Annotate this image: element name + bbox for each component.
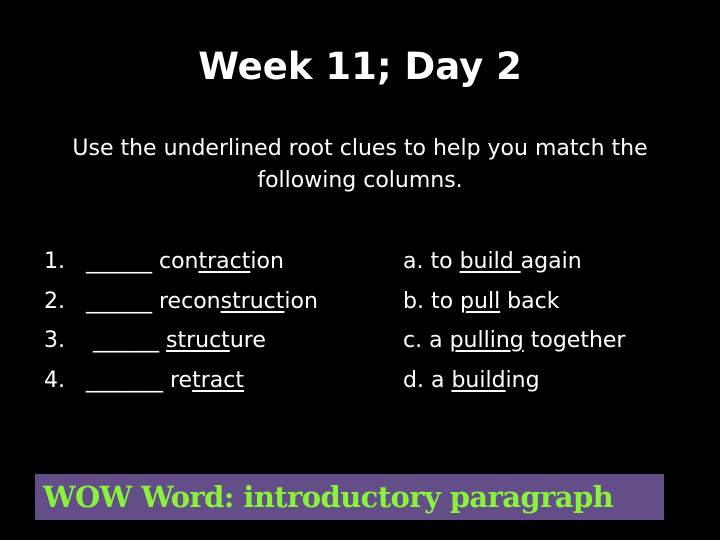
- definition-item: a. to build again: [403, 245, 693, 285]
- item-letter: a.: [403, 249, 431, 274]
- instructions-text: Use the underlined root clues to help yo…: [72, 136, 648, 193]
- root-clue: pull: [460, 288, 501, 314]
- item-number: 1.: [44, 249, 65, 274]
- word-part: together: [523, 328, 626, 353]
- word-part: ure: [229, 328, 266, 353]
- word-item: 1. ______ contraction: [44, 245, 374, 285]
- definition-item: b. to pull back: [403, 285, 693, 325]
- item-letter: d.: [403, 367, 431, 393]
- definition-item: c. a pulling together: [403, 324, 693, 364]
- word-part: to: [430, 288, 461, 314]
- word-part: con: [159, 249, 199, 274]
- answer-blank: ______: [86, 288, 159, 314]
- word-part: to: [430, 249, 460, 274]
- word-item: 3. ______ structure: [44, 324, 374, 364]
- answer-blank: _______: [86, 367, 170, 393]
- root-clue: struct: [220, 288, 285, 314]
- root-clue: struct: [166, 328, 230, 353]
- wow-word-banner: WOW Word: introductory paragraph: [35, 474, 664, 520]
- word-item: 2. ______ reconstruction: [44, 285, 374, 325]
- item-number: 3.: [44, 328, 65, 353]
- word-part: a: [429, 328, 450, 353]
- answer-blank: ______: [86, 328, 166, 353]
- word-part: back: [500, 288, 560, 314]
- slide-title: Week 11; Day 2: [198, 45, 522, 88]
- item-number: 4.: [44, 367, 65, 393]
- item-letter: b.: [403, 288, 431, 314]
- word-part: again: [520, 249, 582, 274]
- item-letter: c.: [403, 328, 430, 353]
- root-clue: tract: [192, 367, 244, 393]
- root-clue: tract: [198, 249, 251, 274]
- word-part: recon: [159, 288, 221, 314]
- item-number: 2.: [44, 288, 65, 314]
- definition-list: a. to build again b. to pull back c. a pul…: [403, 245, 693, 403]
- word-part: ing: [505, 367, 540, 393]
- word-part: re: [170, 367, 193, 393]
- word-part: ion: [284, 288, 318, 314]
- word-item: 4. _______ retract: [44, 364, 374, 404]
- word-part: a: [430, 367, 452, 393]
- definition-item: d. a building: [403, 364, 693, 404]
- answer-blank: ______: [86, 249, 159, 274]
- root-clue: pulling: [449, 328, 524, 353]
- word-list: 1. ______ contraction 2. ______ reconstruct…: [44, 245, 374, 403]
- word-part: ion: [250, 249, 284, 274]
- root-clue: build: [459, 249, 521, 274]
- root-clue: build: [451, 367, 506, 393]
